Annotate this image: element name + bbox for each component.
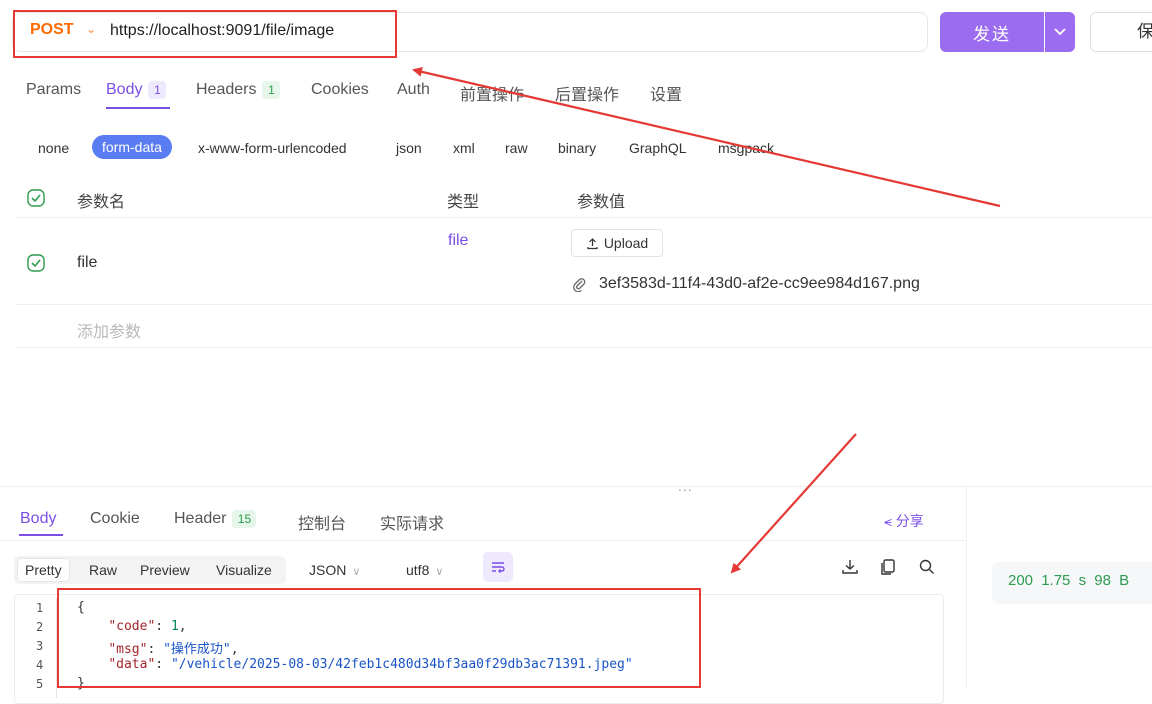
annotation-arrow bbox=[412, 66, 1001, 208]
annotation-arrow bbox=[730, 433, 857, 574]
annotation-arrows bbox=[412, 66, 1001, 574]
